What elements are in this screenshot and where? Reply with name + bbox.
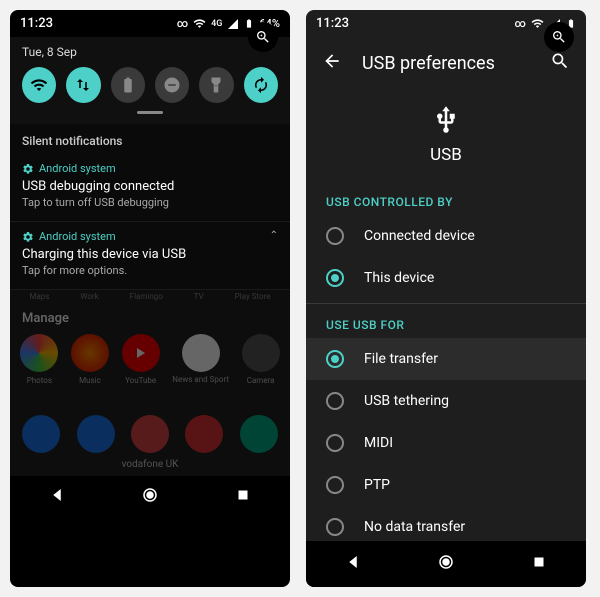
wifi-icon bbox=[531, 17, 544, 30]
app-label: Work bbox=[80, 292, 98, 301]
back-arrow-icon[interactable] bbox=[322, 51, 342, 75]
notif-app-name: Android system bbox=[39, 162, 116, 175]
camera-app[interactable]: Camera bbox=[242, 334, 280, 385]
notif-subtitle: Tap for more options. bbox=[22, 264, 278, 277]
radio-icon bbox=[326, 227, 344, 245]
home-button[interactable] bbox=[141, 486, 159, 508]
messages-app[interactable] bbox=[77, 415, 115, 453]
quick-settings-panel: Tue, 8 Sep bbox=[10, 37, 290, 124]
notif-title: USB debugging connected bbox=[22, 179, 278, 194]
zoom-icon bbox=[544, 22, 574, 52]
usb-hero: USB bbox=[306, 89, 586, 185]
notification-shade-screen: 11:23 ∞ 4G 64% Tue, 8 Sep Silent notific… bbox=[10, 10, 290, 587]
data-tile[interactable] bbox=[66, 67, 100, 103]
app-label: Maps bbox=[29, 292, 49, 301]
option-ptp[interactable]: PTP bbox=[306, 464, 586, 506]
silent-section-header: Silent notifications bbox=[10, 124, 290, 154]
notif-app-name: Android system bbox=[39, 230, 116, 243]
page-title: USB preferences bbox=[362, 53, 530, 74]
option-connected-device[interactable]: Connected device bbox=[306, 215, 586, 257]
usb-icon bbox=[431, 105, 461, 135]
usb-preferences-screen: 11:23 ∞ USB preferences USB USB CONTROLL… bbox=[306, 10, 586, 587]
home-button[interactable] bbox=[437, 553, 455, 575]
radio-icon bbox=[326, 518, 344, 536]
gear-icon bbox=[22, 163, 34, 175]
wifi-tile[interactable] bbox=[22, 67, 56, 103]
option-midi[interactable]: MIDI bbox=[306, 422, 586, 464]
radio-icon bbox=[326, 434, 344, 452]
divider bbox=[306, 303, 586, 304]
dnd-tile[interactable] bbox=[155, 67, 189, 103]
settings-header: USB preferences bbox=[306, 37, 586, 89]
gmail-app[interactable] bbox=[185, 415, 223, 453]
option-file-transfer[interactable]: File transfer bbox=[306, 338, 586, 380]
charging-notification[interactable]: ⌃ Android system Charging this device vi… bbox=[10, 222, 290, 290]
radio-checked-icon bbox=[326, 350, 344, 368]
hangouts-app[interactable] bbox=[240, 415, 278, 453]
app-label: Play Store bbox=[235, 292, 271, 301]
phone-app[interactable] bbox=[22, 415, 60, 453]
option-this-device[interactable]: This device bbox=[306, 257, 586, 299]
network-type: 4G bbox=[211, 19, 222, 29]
controlled-by-header: USB CONTROLLED BY bbox=[306, 185, 586, 215]
flashlight-tile[interactable] bbox=[199, 67, 233, 103]
brave-app[interactable] bbox=[131, 415, 169, 453]
radio-icon bbox=[326, 392, 344, 410]
youtube-app[interactable]: YouTube bbox=[122, 334, 160, 385]
clock: 11:23 bbox=[20, 16, 53, 31]
carrier-label: vodafone UK bbox=[10, 455, 290, 476]
usb-hero-label: USB bbox=[306, 145, 586, 165]
recents-button[interactable] bbox=[234, 486, 252, 508]
radio-checked-icon bbox=[326, 269, 344, 287]
music-app[interactable]: Music bbox=[71, 334, 109, 385]
app-label: Flamingo bbox=[130, 292, 163, 301]
gear-icon bbox=[22, 231, 34, 243]
navigation-bar bbox=[306, 541, 586, 587]
notif-title: Charging this device via USB bbox=[22, 247, 278, 262]
app-label: TV bbox=[194, 292, 204, 301]
battery-saver-tile[interactable] bbox=[111, 67, 145, 103]
drag-handle[interactable] bbox=[137, 111, 163, 114]
back-button[interactable] bbox=[344, 553, 362, 575]
rotate-tile[interactable] bbox=[244, 67, 278, 103]
net-label: ∞ bbox=[177, 17, 188, 30]
navigation-bar bbox=[10, 476, 290, 518]
option-usb-tethering[interactable]: USB tethering bbox=[306, 380, 586, 422]
manage-label[interactable]: Manage bbox=[10, 303, 290, 330]
date-label: Tue, 8 Sep bbox=[22, 45, 278, 59]
wifi-icon bbox=[193, 17, 206, 30]
notif-subtitle: Tap to turn off USB debugging bbox=[22, 196, 278, 209]
home-screen-dimmed: Maps Work Flamingo TV Play Store Manage … bbox=[10, 290, 290, 476]
photos-app[interactable]: Photos bbox=[20, 334, 58, 385]
zoom-icon bbox=[248, 22, 278, 52]
search-icon[interactable] bbox=[550, 51, 570, 75]
clock: 11:23 bbox=[316, 16, 349, 31]
chevron-up-icon[interactable]: ⌃ bbox=[270, 230, 278, 241]
radio-icon bbox=[326, 476, 344, 494]
back-button[interactable] bbox=[48, 486, 66, 508]
usb-debugging-notification[interactable]: Android system USB debugging connected T… bbox=[10, 154, 290, 222]
recents-button[interactable] bbox=[530, 553, 548, 575]
use-usb-for-header: USE USB FOR bbox=[306, 308, 586, 338]
news-app[interactable]: News and Sport bbox=[172, 334, 229, 385]
signal-icon bbox=[227, 18, 239, 30]
